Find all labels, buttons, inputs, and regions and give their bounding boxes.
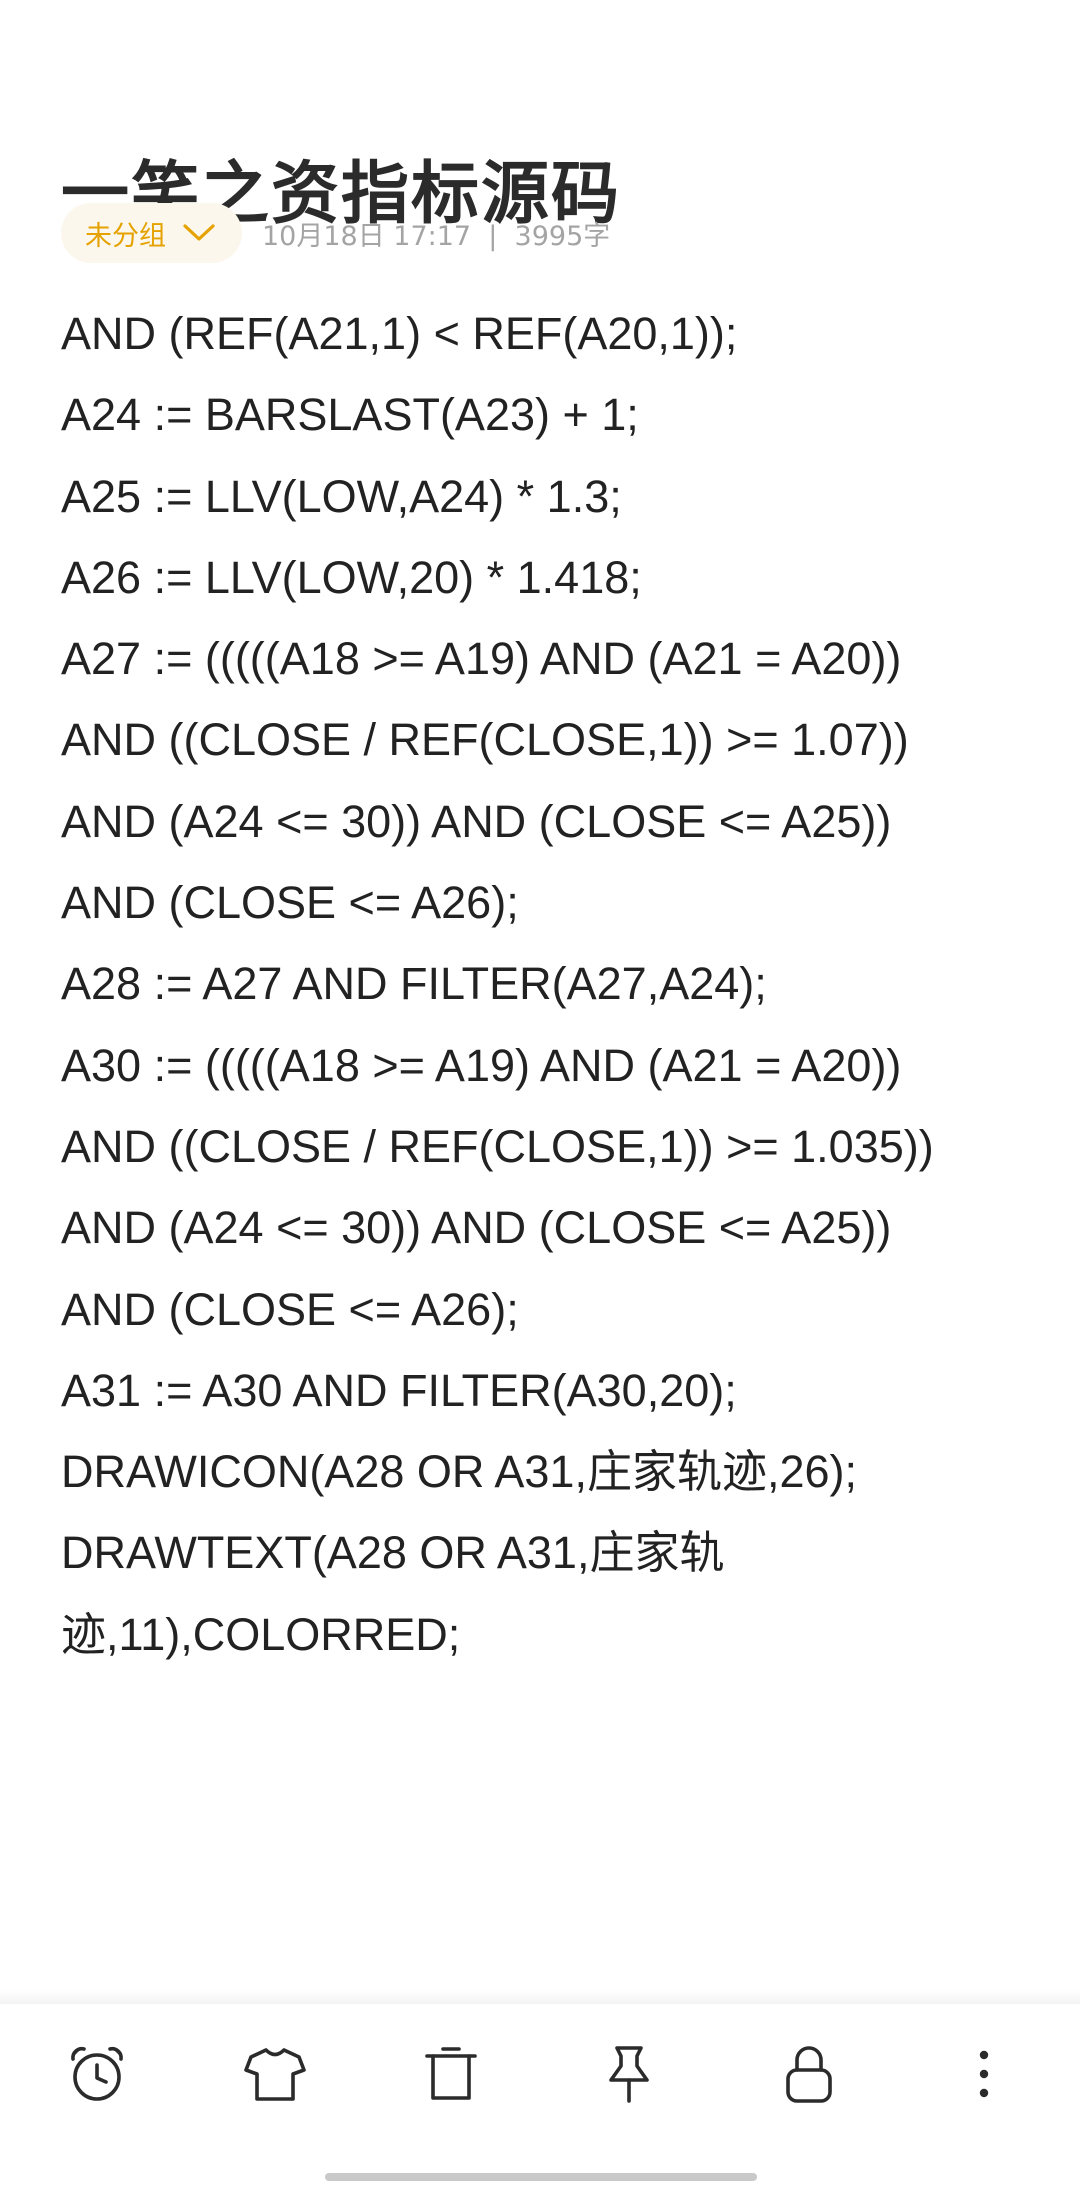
lock-icon	[786, 2046, 832, 2103]
pin-button[interactable]	[589, 2034, 669, 2114]
code-line: AND ((CLOSE / REF(CLOSE,1)) >= 1.07))	[61, 714, 909, 766]
reminder-button[interactable]	[57, 2034, 137, 2114]
code-line: 迹,11),COLORRED;	[61, 1608, 461, 1660]
alarm-clock-icon	[71, 2046, 123, 2101]
code-line: AND (A24 <= 30)) AND (CLOSE <= A25))	[61, 795, 892, 847]
code-line: DRAWICON(A28 OR A31,庄家轨迹,26);	[61, 1446, 858, 1498]
code-line: AND (CLOSE <= A26);	[61, 877, 519, 929]
note-body[interactable]: AND (REF(A21,1) < REF(A20,1)); A24 := BA…	[61, 293, 1031, 1675]
code-line: A27 := (((((A18 >= A19) AND (A21 = A20))	[61, 633, 902, 685]
delete-button[interactable]	[411, 2034, 491, 2114]
toolbar-divider	[0, 1990, 1080, 2004]
note-meta-row: 未分组 10月18日 17:17 | 3995字	[61, 203, 610, 263]
code-line: A31 := A30 AND FILTER(A30,20);	[61, 1364, 737, 1416]
code-line: AND (A24 <= 30)) AND (CLOSE <= A25))	[61, 1202, 892, 1254]
pin-icon	[609, 2046, 649, 2103]
code-line: A26 := LLV(LOW,20) * 1.418;	[61, 551, 642, 603]
code-line: AND (REF(A21,1) < REF(A20,1));	[61, 308, 738, 359]
chevron-down-icon	[183, 224, 215, 241]
note-date-wordcount: 10月18日 17:17 | 3995字	[262, 220, 611, 252]
theme-skin-button[interactable]	[235, 2034, 315, 2114]
code-line: A30 := (((((A18 >= A19) AND (A21 = A20))	[61, 1039, 902, 1091]
more-vertical-icon	[979, 2050, 989, 2098]
code-line: DRAWTEXT(A28 OR A31,庄家轨	[61, 1527, 725, 1579]
group-label: 未分组	[85, 220, 166, 252]
bottom-toolbar	[0, 2004, 1080, 2144]
code-line: AND (CLOSE <= A26);	[61, 1283, 519, 1335]
trash-icon	[425, 2047, 477, 2100]
code-line: A28 := A27 AND FILTER(A27,A24);	[61, 958, 767, 1010]
code-line: AND ((CLOSE / REF(CLOSE,1)) >= 1.035))	[61, 1120, 934, 1172]
group-selector[interactable]: 未分组	[61, 203, 242, 263]
home-indicator[interactable]	[325, 2173, 757, 2181]
shirt-icon	[244, 2048, 306, 2101]
code-line: A25 := LLV(LOW,A24) * 1.3;	[61, 470, 622, 522]
lock-note-button[interactable]	[769, 2034, 849, 2114]
code-line: A24 := BARSLAST(A23) + 1;	[61, 389, 639, 441]
more-options-button[interactable]	[944, 2034, 1024, 2114]
